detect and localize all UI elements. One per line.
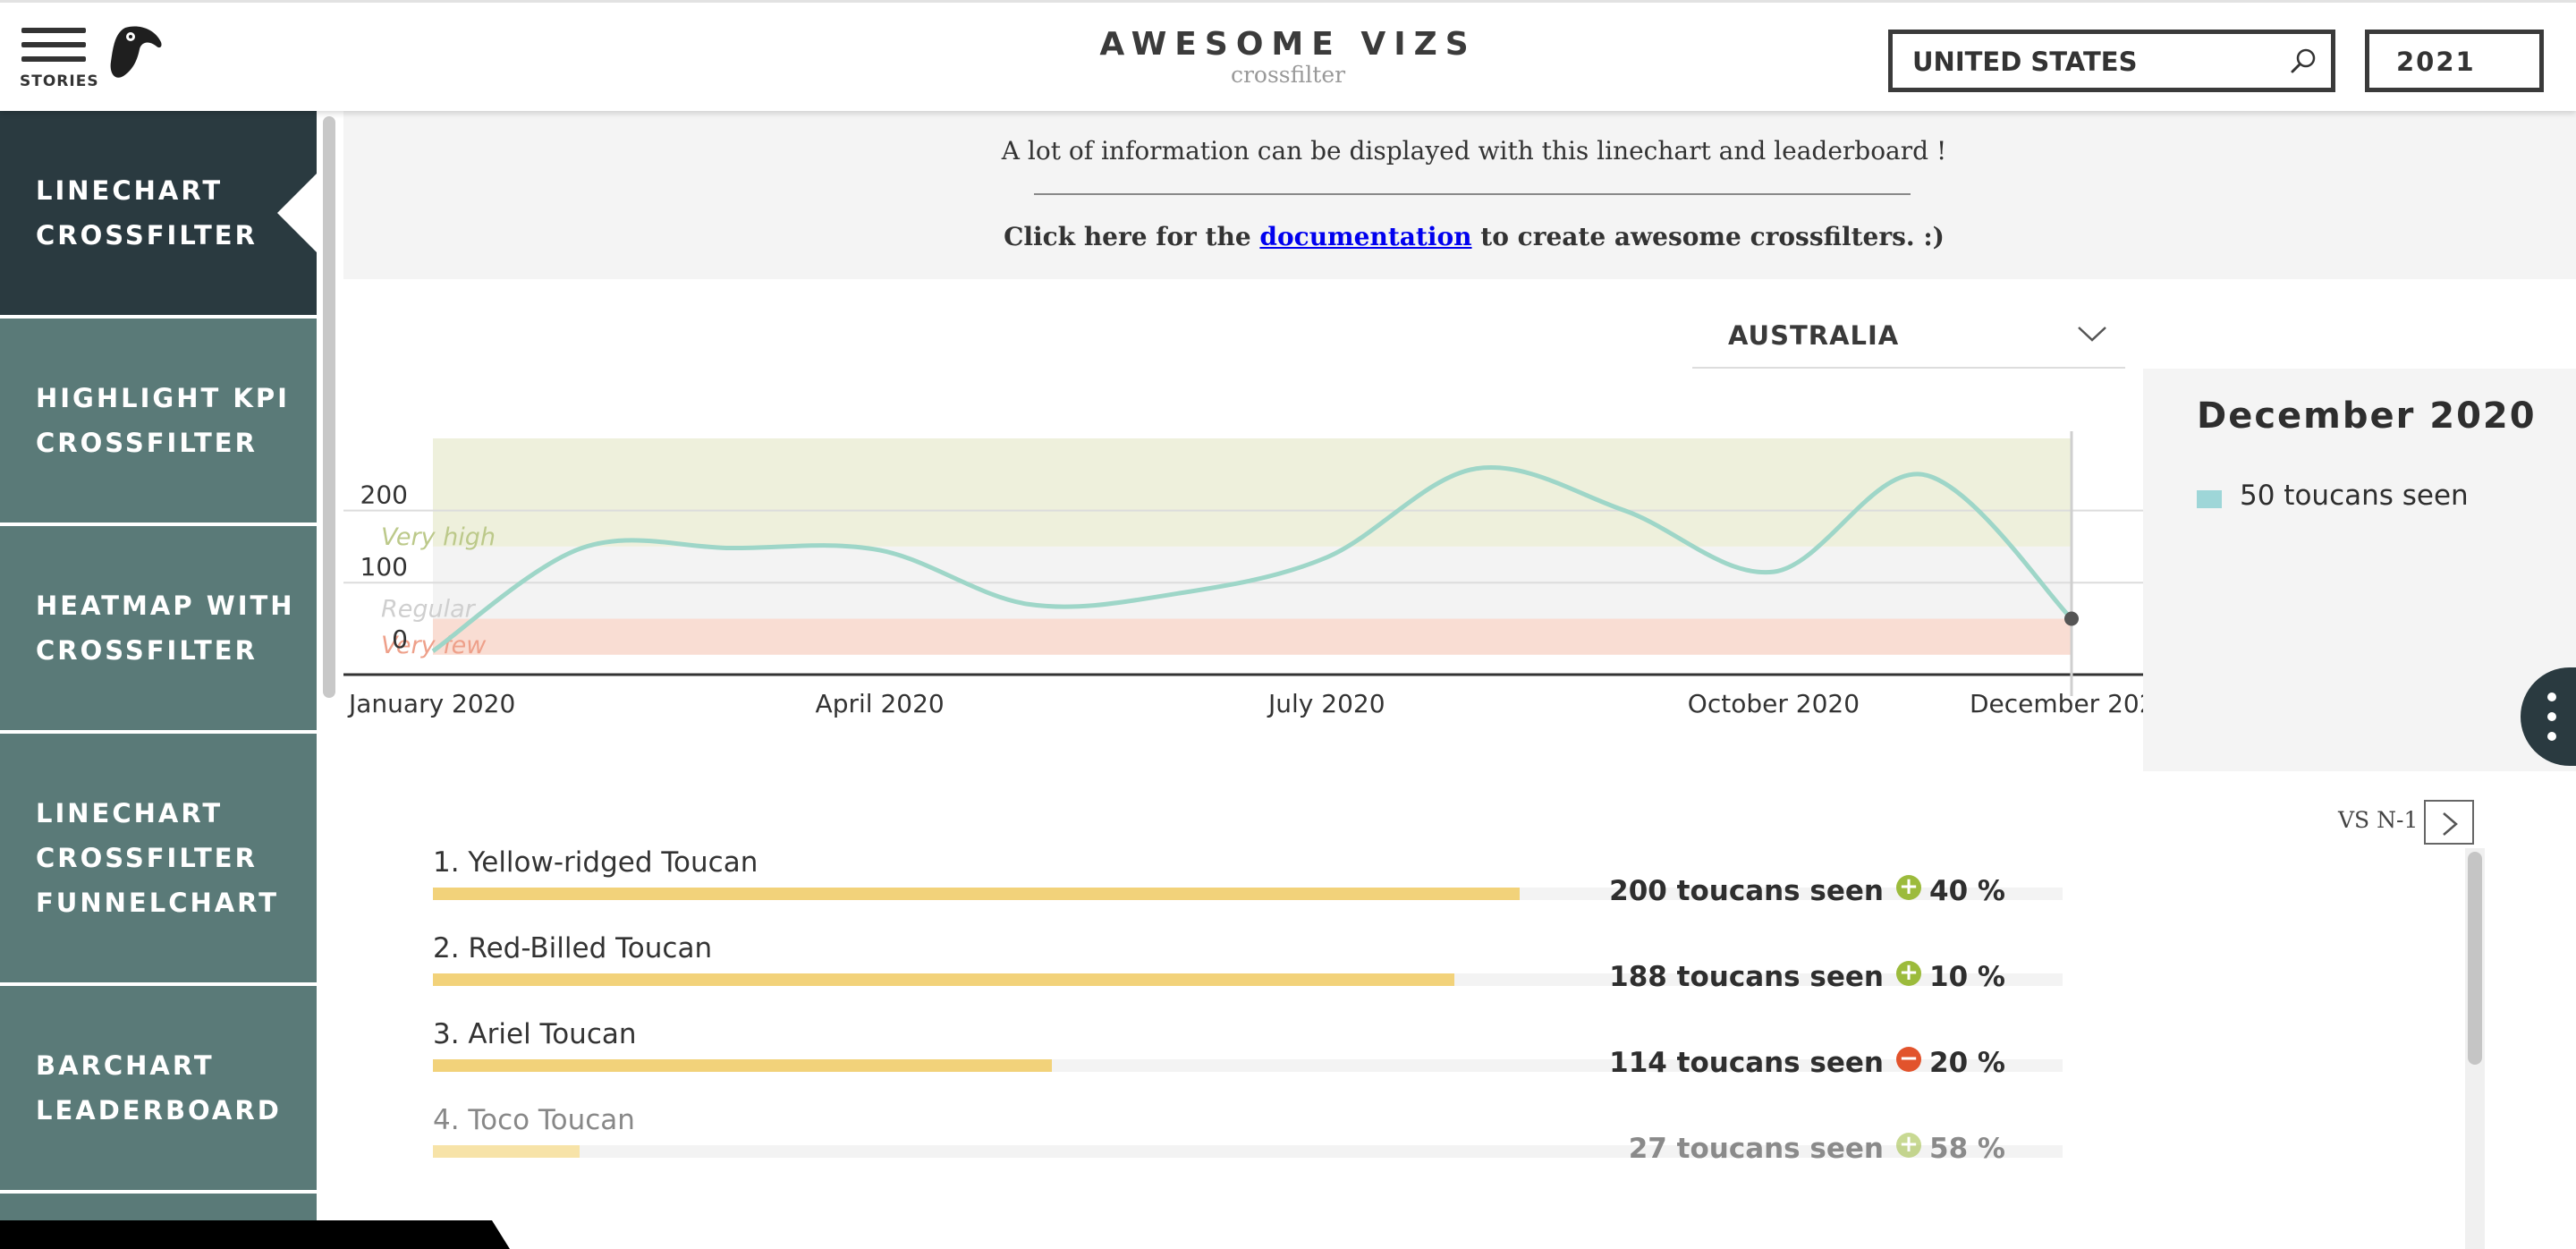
y-tick-label: 0: [392, 624, 408, 654]
sidebar-item-heatmap[interactable]: HEATMAP WITH CROSSFILTER: [0, 526, 317, 730]
active-indicator: [277, 174, 317, 252]
row-delta: 58 %: [1929, 1133, 2005, 1165]
documentation-line: Click here for the documentation to crea…: [343, 222, 2576, 251]
stories-sidebar: LINECHART CROSSFILTER HIGHLIGHT KPI CROS…: [0, 111, 318, 1249]
sidebar-item-highlight-kpi[interactable]: HIGHLIGHT KPI CROSSFILTER: [0, 319, 317, 523]
selected-point: [2064, 611, 2079, 626]
hamburger-icon-bar: [21, 42, 86, 47]
year-selector[interactable]: 2021: [2365, 30, 2544, 92]
sidebar-item-label: CROSSFILTER: [36, 428, 258, 458]
sidebar-item-label: BARCHART: [36, 1050, 215, 1081]
row-delta: 10 %: [1929, 961, 2005, 993]
sidebar-item-label: LINECHART: [36, 798, 224, 828]
top-header: STORIES AWESOME VIZS crossfilter 2021: [0, 0, 2576, 111]
sidebar-item-label: CROSSFILTER: [36, 635, 258, 666]
sidebar-item-label: HEATMAP WITH: [36, 591, 295, 621]
row-bar-fill: [433, 888, 1520, 900]
tooltip-legend-swatch: [2197, 490, 2222, 508]
kebab-icon-dot: [2547, 732, 2556, 741]
app-subtitle: crossfilter: [1230, 62, 1346, 88]
sidebar-item-linechart-crossfilter[interactable]: LINECHART CROSSFILTER: [0, 111, 317, 315]
country-dropdown[interactable]: AUSTRALIA: [1692, 304, 2125, 369]
search-icon[interactable]: [2290, 47, 2318, 75]
x-tick-label: January 2020: [347, 689, 515, 718]
x-tick-label: April 2020: [816, 689, 945, 718]
y-tick-label: 100: [360, 552, 408, 582]
country-dropdown-value: AUSTRALIA: [1728, 320, 1900, 351]
footer-bar: [0, 1220, 510, 1249]
sidebar-item-label: HIGHLIGHT KPI: [36, 383, 290, 413]
sidebar-item-label: LINECHART: [36, 175, 224, 206]
app-title: AWESOME VIZS: [1099, 26, 1477, 63]
leaderboard-scrollbar-thumb[interactable]: [2468, 852, 2482, 1065]
leaderboard-row[interactable]: 1. Yellow-ridged Toucan 200 toucans seen…: [433, 846, 2463, 927]
intro-text: A lot of information can be displayed wi…: [1001, 136, 1947, 166]
row-bar-fill: [433, 973, 1454, 986]
stories-label: STORIES: [20, 72, 99, 90]
x-tick-label: December 2020: [1970, 689, 2171, 718]
linechart[interactable]: Very highRegularVery few0100200January 2…: [343, 421, 2171, 725]
sidebar-item-label: LEADERBOARD: [36, 1095, 282, 1126]
tooltip-value: 50 toucans seen: [2240, 480, 2469, 512]
chevron-down-icon: [2078, 327, 2106, 342]
intro-panel: A lot of information can be displayed wi…: [343, 111, 2576, 279]
x-tick-label: July 2020: [1267, 689, 1385, 718]
row-count: 200 toucans seen: [1609, 875, 1884, 907]
sidebar-scrollbar-thumb[interactable]: [323, 116, 335, 698]
compare-next-button[interactable]: [2424, 800, 2474, 845]
row-bar-fill: [433, 1145, 580, 1158]
row-name: 2. Red-Billed Toucan: [433, 932, 713, 964]
sidebar-item-label: CROSSFILTER: [36, 843, 258, 873]
row-bar-fill: [433, 1059, 1053, 1072]
row-count: 114 toucans seen: [1609, 1047, 1884, 1079]
row-delta: 20 %: [1929, 1047, 2005, 1079]
documentation-link[interactable]: documentation: [1259, 222, 1471, 251]
country-search[interactable]: [1888, 30, 2335, 92]
sidebar-item-barchart-leaderboard[interactable]: BARCHART LEADERBOARD: [0, 986, 317, 1190]
tooltip-panel: December 2020 50 toucans seen: [2143, 369, 2576, 771]
toucan-logo-icon: [110, 26, 162, 78]
band-0: [433, 438, 2072, 547]
tooltip-title: December 2020: [2197, 395, 2537, 437]
intro-divider: [1034, 193, 1911, 195]
country-search-input[interactable]: [1912, 45, 2288, 79]
leaderboard-row[interactable]: 3. Ariel Toucan 114 toucans seen − 20 %: [433, 1018, 2463, 1099]
row-name: 4. Toco Toucan: [433, 1104, 635, 1136]
row-count: 188 toucans seen: [1609, 961, 1884, 993]
row-name: 3. Ariel Toucan: [433, 1018, 637, 1050]
x-tick-label: October 2020: [1688, 689, 1860, 718]
doc-suffix: to create awesome crossfilters. :): [1480, 222, 1945, 251]
leaderboard-row[interactable]: 4. Toco Toucan 27 toucans seen + 58 %: [433, 1104, 2463, 1185]
kebab-icon: [2547, 692, 2556, 701]
kebab-icon-dot: [2547, 712, 2556, 721]
hamburger-icon-bar: [21, 56, 86, 62]
row-name: 1. Yellow-ridged Toucan: [433, 846, 758, 879]
row-count: 27 toucans seen: [1628, 1133, 1884, 1165]
sidebar-item-funnelchart[interactable]: LINECHART CROSSFILTER FUNNELCHART: [0, 734, 317, 982]
band-label: Regular: [381, 596, 477, 624]
y-tick-label: 200: [360, 480, 408, 510]
hamburger-icon: [21, 28, 86, 33]
stories-menu-button[interactable]: STORIES: [20, 26, 99, 94]
sidebar-item-label: FUNNELCHART: [36, 888, 279, 918]
row-delta: 40 %: [1929, 875, 2005, 907]
page: { "header": { "menu_label": "STORIES", "…: [0, 0, 2576, 1249]
doc-prefix: Click here for the: [1004, 222, 1251, 251]
leaderboard-row[interactable]: 2. Red-Billed Toucan 188 toucans seen + …: [433, 932, 2463, 1013]
band-2: [433, 618, 2072, 655]
band-label: Very high: [381, 523, 496, 551]
sidebar-item-label: CROSSFILTER: [36, 220, 258, 251]
chevron-right-icon: [2443, 812, 2458, 836]
compare-label: VS N-1: [2338, 807, 2419, 833]
